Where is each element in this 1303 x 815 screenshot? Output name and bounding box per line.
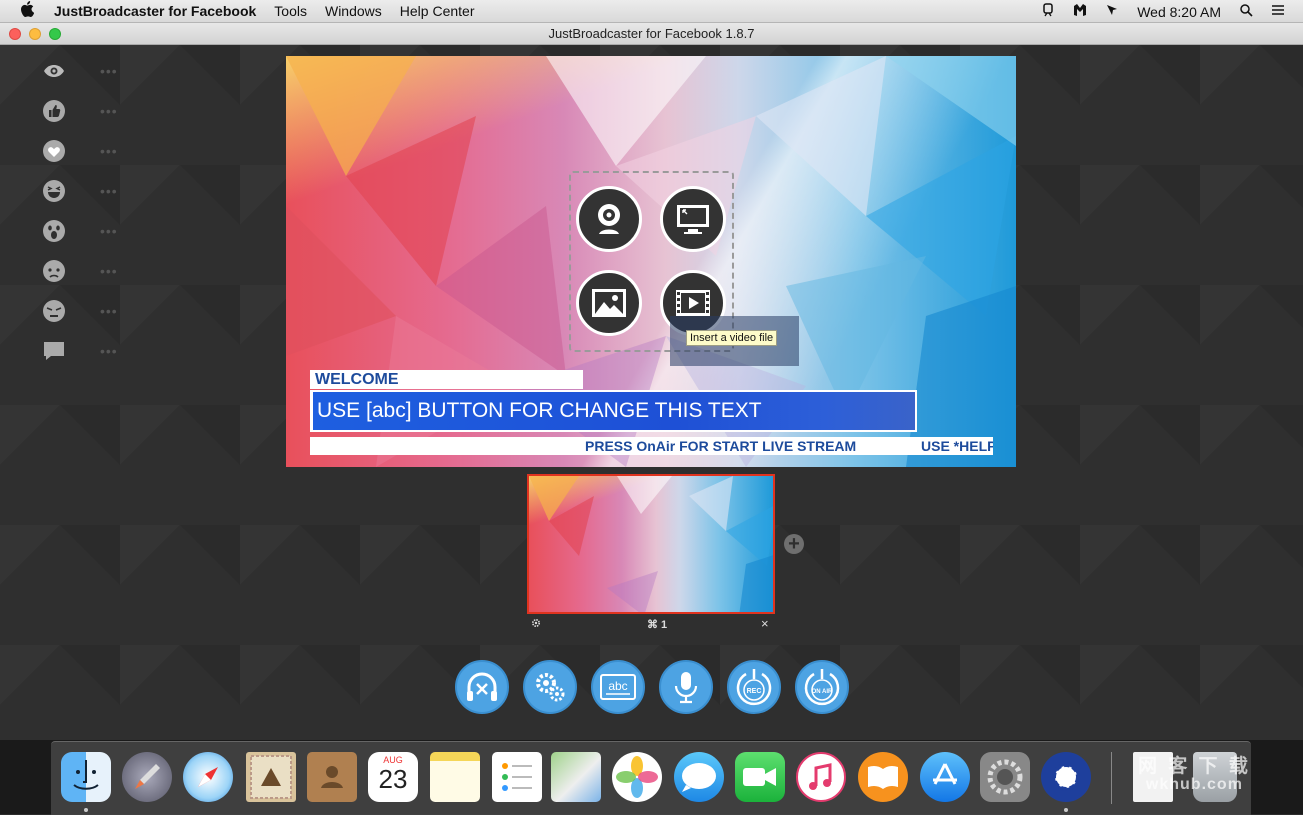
reaction-count: ••• <box>100 63 118 79</box>
on-air-icon: ON AIR <box>804 669 840 706</box>
scene-settings-button[interactable] <box>531 618 541 631</box>
reaction-count: ••• <box>100 343 118 359</box>
scene-preview-pattern <box>529 476 773 612</box>
clock[interactable]: Wed 8:20 AM <box>1137 4 1221 20</box>
reaction-row-sad: ••• <box>42 259 132 283</box>
wow-icon <box>42 219 66 243</box>
calendar-day: 23 <box>378 764 408 794</box>
microphone-icon <box>674 672 698 704</box>
audio-mute-button[interactable] <box>455 660 509 714</box>
itunes-icon[interactable] <box>796 752 846 802</box>
launchpad-icon[interactable] <box>122 752 172 802</box>
abc-label: abc <box>608 679 627 693</box>
watermark: 网 客 下 载 wkhub.com <box>1138 756 1251 794</box>
screen-capture-source-button[interactable] <box>660 186 726 252</box>
zoom-window-button[interactable] <box>49 28 61 40</box>
dock-separator <box>1111 752 1112 804</box>
settings-button[interactable] <box>523 660 577 714</box>
app-store-icon[interactable] <box>920 752 970 802</box>
screen-capture-icon <box>677 205 709 234</box>
justbroadcaster-icon[interactable] <box>1041 752 1091 802</box>
ticker-text-1: PRESS OnAir FOR START LIVE STREAM <box>585 438 857 454</box>
comment-icon <box>42 339 66 363</box>
like-icon <box>42 99 66 123</box>
reaction-count: ••• <box>100 223 118 239</box>
facetime-icon[interactable] <box>735 752 785 802</box>
on-air-label: ON AIR <box>812 689 833 695</box>
menu-windows[interactable]: Windows <box>325 3 382 19</box>
screen-record-icon[interactable] <box>1105 3 1119 20</box>
close-window-button[interactable] <box>9 28 21 40</box>
haha-icon <box>42 179 66 203</box>
lower-third-headline[interactable]: USE [abc] BUTTON FOR CHANGE THIS TEXT <box>310 390 917 432</box>
photos-icon[interactable] <box>612 752 662 802</box>
running-indicator <box>84 808 88 812</box>
lower-third-tag[interactable]: WELCOME <box>310 370 583 389</box>
app-menu[interactable]: JustBroadcaster for Facebook <box>54 3 256 19</box>
sad-icon <box>42 259 66 283</box>
text-edit-button[interactable]: abc <box>591 660 645 714</box>
mail-icon[interactable] <box>246 752 296 802</box>
finder-icon[interactable] <box>61 752 111 802</box>
reaction-count: ••• <box>100 103 118 119</box>
reaction-row-wow: ••• <box>42 219 132 243</box>
webcam-icon <box>598 204 620 234</box>
tooltip: Insert a video file <box>686 330 778 346</box>
image-source-button[interactable] <box>576 270 642 336</box>
running-indicator <box>1064 808 1068 812</box>
contacts-icon[interactable] <box>307 752 357 802</box>
gear-icon <box>531 618 541 628</box>
reaction-row-like: ••• <box>42 99 132 123</box>
headphones-mute-icon <box>467 672 497 701</box>
reaction-row-love: ••• <box>42 139 132 163</box>
train-icon[interactable] <box>1041 3 1055 20</box>
add-scene-button[interactable]: + <box>784 534 804 554</box>
malwarebytes-icon[interactable] <box>1073 3 1087 20</box>
window-titlebar: JustBroadcaster for Facebook 1.8.7 <box>0 23 1303 45</box>
rec-label: REC <box>747 688 762 695</box>
rec-icon: REC <box>736 669 772 706</box>
image-icon <box>592 289 626 317</box>
reaction-count: ••• <box>100 183 118 199</box>
webcam-source-button[interactable] <box>576 186 642 252</box>
watermark-line-2: wkhub.com <box>1145 776 1243 793</box>
search-icon[interactable] <box>1239 3 1253 20</box>
messages-icon[interactable] <box>674 752 724 802</box>
system-preferences-icon[interactable] <box>980 752 1030 802</box>
reaction-count: ••• <box>100 263 118 279</box>
reaction-count: ••• <box>100 303 118 319</box>
abc-text-icon: abc <box>600 674 636 700</box>
scene-close-button[interactable]: × <box>761 616 769 631</box>
gears-icon <box>536 673 565 702</box>
maps-icon[interactable] <box>551 752 601 802</box>
safari-icon[interactable] <box>183 752 233 802</box>
angry-icon <box>42 299 66 323</box>
ticker-text-2: USE *HELP <box>921 438 993 454</box>
minimize-window-button[interactable] <box>29 28 41 40</box>
ibooks-icon[interactable] <box>858 752 908 802</box>
calendar-icon[interactable]: AUG 23 <box>368 752 418 802</box>
menu-tools[interactable]: Tools <box>274 3 307 19</box>
on-air-button[interactable]: ON AIR <box>795 660 849 714</box>
menu-help-center[interactable]: Help Center <box>400 3 475 19</box>
lower-third-ticker[interactable]: PRESS OnAir FOR START LIVE STREAM USE *H… <box>310 437 993 455</box>
watermark-line-1: 网 客 下 载 <box>1138 756 1251 777</box>
reaction-row-views: ••• <box>42 59 132 83</box>
reaction-row-haha: ••• <box>42 179 132 203</box>
reaction-row-angry: ••• <box>42 299 132 323</box>
notes-icon[interactable] <box>430 752 480 802</box>
microphone-button[interactable] <box>659 660 713 714</box>
window-title: JustBroadcaster for Facebook 1.8.7 <box>548 26 755 41</box>
menu-bar: JustBroadcaster for Facebook Tools Windo… <box>0 0 1303 23</box>
apple-icon[interactable] <box>20 1 35 21</box>
heart-icon <box>42 139 66 163</box>
scene-thumbnail[interactable] <box>527 474 775 614</box>
list-icon[interactable] <box>1271 3 1285 20</box>
record-button[interactable]: REC <box>727 660 781 714</box>
reaction-count: ••• <box>100 143 118 159</box>
reminders-icon[interactable] <box>492 752 542 802</box>
eye-icon <box>42 59 66 83</box>
reaction-row-comments: ••• <box>42 339 132 363</box>
scene-shortcut: ⌘ 1 <box>647 619 668 631</box>
